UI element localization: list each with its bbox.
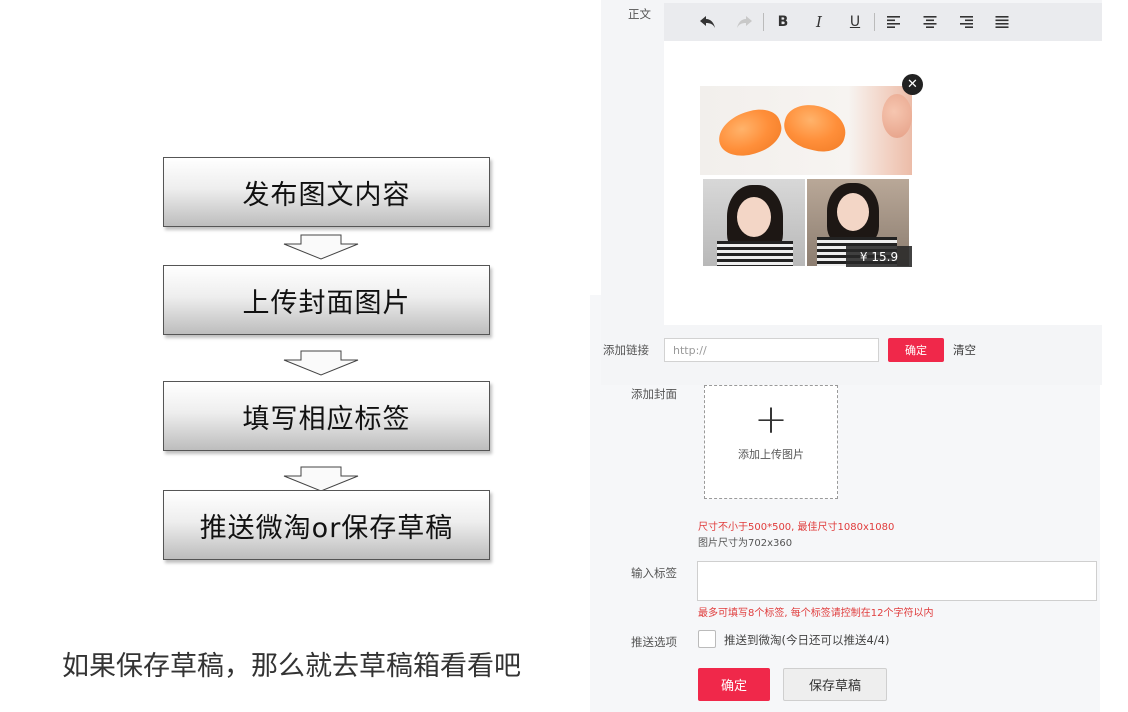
underline-button[interactable]: U	[837, 10, 873, 34]
flow-step-publish: 发布图文内容	[163, 157, 490, 227]
cover-image-size-hint: 图片尺寸为702x360	[698, 538, 793, 549]
down-arrow-icon	[283, 234, 359, 260]
editor-toolbar: B I U	[664, 3, 1102, 41]
link-label: 添加链接	[603, 343, 649, 357]
flow-step-upload-cover: 上传封面图片	[163, 265, 490, 335]
italic-button[interactable]: I	[801, 10, 837, 34]
down-arrow-icon	[283, 466, 359, 492]
toolbar-divider	[763, 13, 764, 31]
push-checkbox[interactable]	[698, 630, 716, 648]
tags-label: 输入标签	[631, 566, 677, 580]
cover-size-hint: 尺寸不小于500*500, 最佳尺寸1080x1080	[698, 522, 895, 533]
price-tag: ¥ 15.9	[846, 246, 912, 267]
redo-icon[interactable]	[726, 10, 762, 34]
tags-input[interactable]	[697, 561, 1097, 601]
flow-step-push-or-save: 推送微淘or保存草稿	[163, 490, 490, 560]
align-left-icon[interactable]	[876, 10, 912, 34]
plus-icon: +	[754, 397, 788, 443]
push-option-text: 推送到微淘(今日还可以推送4/4)	[724, 633, 890, 647]
body-label: 正文	[628, 7, 651, 21]
save-draft-button[interactable]: 保存草稿	[783, 668, 887, 701]
caption-text: 如果保存草稿，那么就去草稿箱看看吧	[62, 651, 521, 682]
close-icon[interactable]: ✕	[902, 74, 923, 95]
push-label: 推送选项	[631, 635, 677, 649]
link-clear-button[interactable]: 清空	[953, 342, 976, 358]
confirm-button[interactable]: 确定	[698, 668, 770, 701]
link-confirm-button[interactable]: 确定	[888, 338, 944, 362]
cover-label: 添加封面	[631, 387, 677, 401]
align-center-icon[interactable]	[912, 10, 948, 34]
cover-upload-box[interactable]: + 添加上传图片	[704, 385, 838, 499]
undo-icon[interactable]	[690, 10, 726, 34]
align-justify-icon[interactable]	[984, 10, 1020, 34]
link-input[interactable]: http://	[664, 338, 879, 362]
tags-hint: 最多可填写8个标签, 每个标签请控制在12个字符以内	[698, 608, 934, 619]
product-image-model-1	[703, 179, 805, 266]
upload-text: 添加上传图片	[738, 448, 804, 461]
bold-button[interactable]: B	[765, 10, 801, 34]
align-right-icon[interactable]	[948, 10, 984, 34]
down-arrow-icon	[283, 350, 359, 376]
product-image-sponges	[700, 86, 912, 175]
toolbar-divider	[874, 13, 875, 31]
flow-step-fill-tags: 填写相应标签	[163, 381, 490, 451]
